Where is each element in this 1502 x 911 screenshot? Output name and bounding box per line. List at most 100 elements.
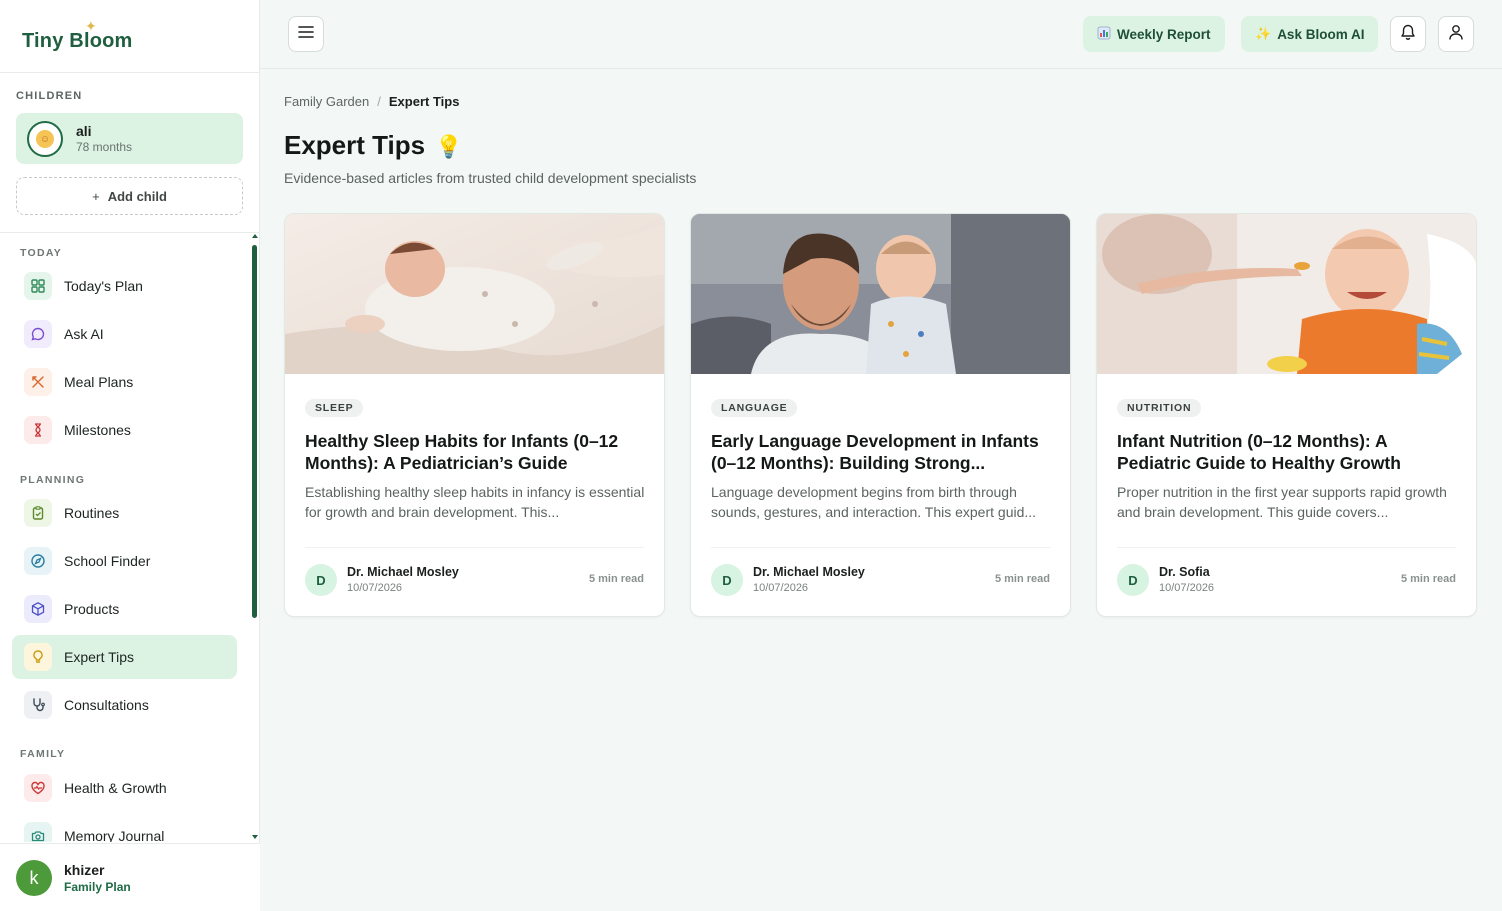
sidebar-item-health-growth[interactable]: Health & Growth [12, 766, 237, 810]
stethoscope-icon [24, 691, 52, 719]
author-name: Dr. Michael Mosley [753, 565, 865, 579]
article-title[interactable]: Infant Nutrition (0–12 Months): A Pediat… [1117, 430, 1462, 474]
user-icon [1447, 23, 1465, 46]
weekly-report-label: Weekly Report [1117, 26, 1211, 42]
sidebar-item-ask-ai[interactable]: Ask AI [12, 312, 237, 356]
article-image-father-and-baby [691, 214, 1070, 374]
notifications-button[interactable] [1390, 16, 1426, 52]
sidebar-item-school-finder[interactable]: School Finder [12, 539, 237, 583]
profile-button[interactable] [1438, 16, 1474, 52]
sidebar-item-memory-journal[interactable]: Memory Journal [12, 814, 237, 842]
child-name: ali [76, 123, 92, 139]
user-name: khizer [64, 862, 105, 878]
sidebar-item-label: Health & Growth [64, 780, 167, 796]
child-avatar: ☺ [27, 121, 63, 157]
sidebar-item-label: School Finder [64, 553, 151, 569]
article-description: Language development begins from birth t… [711, 484, 1037, 520]
app-logo[interactable]: Tiny Bloom [22, 30, 133, 53]
sidebar-item-label: Meal Plans [64, 374, 134, 390]
heart-pulse-icon [24, 774, 52, 802]
camera-icon [24, 822, 52, 842]
article-tag: LANGUAGE [711, 399, 798, 417]
sparkles-icon: ✨ [1255, 26, 1272, 41]
user-avatar: k [16, 860, 52, 896]
utensils-icon [24, 368, 52, 396]
article-date: 10/07/2026 [1159, 582, 1215, 594]
sidebar-item-label: Memory Journal [64, 828, 165, 842]
ask-bloom-ai-label: Ask Bloom AI [1277, 26, 1365, 42]
ask-bloom-ai-button[interactable]: ✨ Ask Bloom AI [1241, 16, 1379, 52]
milestone-icon [24, 416, 52, 444]
article-description: Establishing healthy sleep habits in inf… [305, 484, 645, 520]
sidebar-scrollbar-thumb[interactable] [252, 245, 257, 618]
child-face-icon: ☺ [36, 130, 54, 148]
article-tag: SLEEP [305, 399, 364, 417]
child-age: 78 months [76, 140, 133, 154]
sidebar-item-milestones[interactable]: Milestones [12, 408, 237, 452]
sidebar-item-products[interactable]: Products [12, 587, 237, 631]
sidebar-item-label: Products [64, 601, 120, 617]
breadcrumb-parent[interactable]: Family Garden [284, 94, 369, 109]
compass-icon [24, 547, 52, 575]
topbar: Weekly Report ✨ Ask Bloom AI [260, 0, 1502, 69]
lightbulb-icon [24, 643, 52, 671]
page-subtitle: Evidence-based articles from trusted chi… [284, 170, 697, 186]
sidebar-item-routines[interactable]: Routines [12, 491, 237, 535]
add-child-button[interactable]: + Add child [16, 177, 243, 215]
author-avatar: D [1117, 564, 1149, 596]
bar-chart-icon [1097, 26, 1111, 43]
read-time: 5 min read [1400, 573, 1456, 585]
article-description: Proper nutrition in the first year suppo… [1117, 484, 1447, 520]
sidebar-item-consultations[interactable]: Consultations [12, 683, 237, 727]
sidebar: Tiny Bloom ✦ CHILDREN ☺ ali 78 months + … [0, 0, 260, 911]
sidebar-nav: TODAY Today's Plan Ask AI Meal Plans Mil… [0, 232, 260, 842]
sidebar-item-meal-plans[interactable]: Meal Plans [12, 360, 237, 404]
child-card-selected[interactable]: ☺ ali 78 months [16, 113, 243, 164]
children-section-label: CHILDREN [16, 90, 83, 102]
section-label-planning: PLANNING [20, 474, 86, 486]
chat-icon [24, 320, 52, 348]
user-profile[interactable]: k khizer Family Plan [0, 843, 260, 911]
card-divider [711, 547, 1050, 548]
author-avatar: D [305, 564, 337, 596]
sidebar-item-label: Milestones [64, 422, 131, 438]
menu-button[interactable] [288, 16, 324, 52]
article-card[interactable]: NUTRITION Infant Nutrition (0–12 Months)… [1096, 213, 1477, 617]
box-icon [24, 595, 52, 623]
clipboard-icon [24, 499, 52, 527]
article-date: 10/07/2026 [753, 582, 809, 594]
sidebar-item-expert-tips[interactable]: Expert Tips [12, 635, 237, 679]
page-title: Expert Tips 💡 [284, 130, 463, 161]
user-plan: Family Plan [64, 880, 131, 894]
scroll-up-arrow-icon[interactable] [252, 234, 258, 238]
logo-area: Tiny Bloom ✦ [0, 0, 259, 73]
sidebar-item-todays-plan[interactable]: Today's Plan [12, 264, 237, 308]
section-label-family: FAMILY [20, 748, 66, 760]
breadcrumb: Family Garden / Expert Tips [284, 94, 459, 109]
sidebar-item-label: Today's Plan [64, 278, 143, 294]
article-card[interactable]: LANGUAGE Early Language Development in I… [690, 213, 1071, 617]
article-image-baby-eating [1097, 214, 1476, 374]
scroll-down-arrow-icon[interactable] [252, 835, 258, 839]
section-label-today: TODAY [20, 247, 63, 259]
author-name: Dr. Michael Mosley [347, 565, 459, 579]
article-date: 10/07/2026 [347, 582, 403, 594]
grid-icon [24, 272, 52, 300]
read-time: 5 min read [588, 573, 644, 585]
card-divider [1117, 547, 1456, 548]
article-card[interactable]: SLEEP Healthy Sleep Habits for Infants (… [284, 213, 665, 617]
plus-icon: + [92, 188, 100, 204]
article-title[interactable]: Early Language Development in Infants (0… [711, 430, 1056, 474]
article-tag: NUTRITION [1117, 399, 1202, 417]
page-title-text: Expert Tips [284, 130, 426, 160]
weekly-report-button[interactable]: Weekly Report [1083, 16, 1225, 52]
sidebar-item-label: Expert Tips [64, 649, 135, 665]
breadcrumb-current: Expert Tips [388, 94, 460, 109]
article-title[interactable]: Healthy Sleep Habits for Infants (0–12 M… [305, 430, 650, 474]
author-avatar: D [711, 564, 743, 596]
sparkle-icon: ✦ [85, 18, 97, 34]
add-child-label: Add child [107, 188, 167, 204]
bell-icon [1399, 23, 1417, 46]
breadcrumb-separator: / [377, 94, 381, 109]
article-image-sleeping-baby [285, 214, 664, 374]
